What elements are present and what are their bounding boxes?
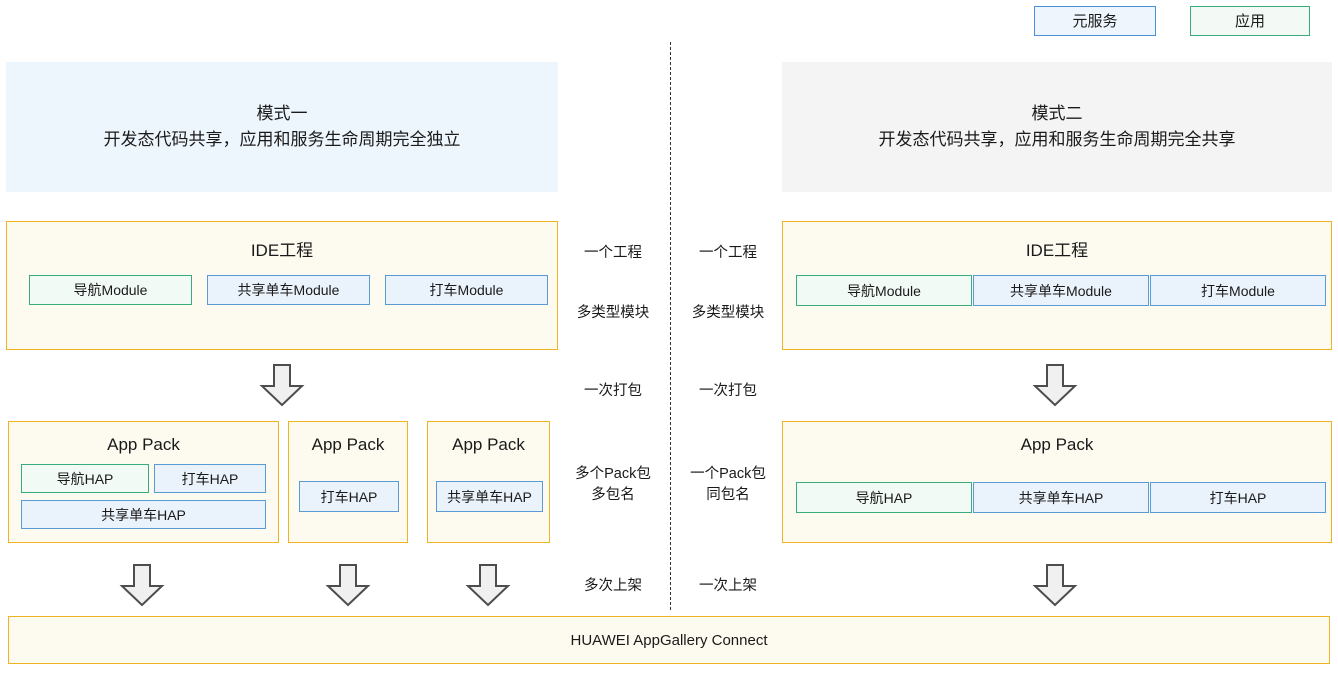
center-label-right-publish: 一次上架 bbox=[678, 576, 778, 597]
center-label-right-one-project: 一个工程 bbox=[678, 243, 778, 264]
app-pack-title: App Pack bbox=[783, 436, 1331, 453]
module-chip-label: 导航Module bbox=[847, 284, 921, 298]
hap-chip-taxi[interactable]: 打车HAP bbox=[1150, 482, 1326, 513]
arrow-down-icon bbox=[1032, 363, 1078, 407]
center-label-right-pack-count-line2: 同包名 bbox=[678, 485, 778, 506]
arrow-down-icon bbox=[119, 563, 165, 607]
mode1-app-pack-1: App Pack 导航HAP 打车HAP 共享单车HAP bbox=[8, 421, 279, 543]
hap-chip-navigation[interactable]: 导航HAP bbox=[796, 482, 972, 513]
app-pack-title: App Pack bbox=[289, 436, 407, 453]
hap-chip-label: 共享单车HAP bbox=[447, 490, 532, 504]
mode1-ide-project: IDE工程 导航Module 共享单车Module 打车Module bbox=[6, 221, 558, 350]
hap-chip-taxi[interactable]: 打车HAP bbox=[154, 464, 266, 493]
mode-divider bbox=[670, 42, 671, 610]
center-label-right-pack-count-line1: 一个Pack包 bbox=[678, 464, 778, 485]
mode1-app-pack-3: App Pack 共享单车HAP bbox=[427, 421, 550, 543]
module-chip-navigation[interactable]: 导航Module bbox=[796, 275, 972, 306]
center-label-left-one-build: 一次打包 bbox=[563, 381, 663, 402]
mode1-subtitle: 开发态代码共享，应用和服务生命周期完全独立 bbox=[104, 127, 461, 153]
center-label-left-publish: 多次上架 bbox=[563, 576, 663, 597]
arrow-down-icon bbox=[1032, 563, 1078, 607]
legend-app-box: 应用 bbox=[1190, 6, 1310, 36]
legend-app-label: 应用 bbox=[1235, 14, 1265, 29]
arrow-down-icon bbox=[325, 563, 371, 607]
hap-chip-label: 打车HAP bbox=[182, 472, 239, 486]
mode1-ide-project-title: IDE工程 bbox=[7, 242, 557, 259]
center-label-right-pack-count: 一个Pack包 同包名 bbox=[678, 464, 778, 506]
hap-chip-shared-bike[interactable]: 共享单车HAP bbox=[973, 482, 1149, 513]
center-label-left-pack-count: 多个Pack包 多包名 bbox=[563, 464, 663, 506]
module-chip-label: 共享单车Module bbox=[1010, 284, 1112, 298]
center-label-left-one-project: 一个工程 bbox=[563, 243, 663, 264]
app-pack-title: App Pack bbox=[428, 436, 549, 453]
mode2-ide-project: IDE工程 导航Module 共享单车Module 打车Module bbox=[782, 221, 1332, 350]
appgallery-connect-label: HUAWEI AppGallery Connect bbox=[570, 632, 767, 649]
module-chip-navigation[interactable]: 导航Module bbox=[29, 275, 192, 305]
module-chip-taxi[interactable]: 打车Module bbox=[385, 275, 548, 305]
mode2-ide-project-title: IDE工程 bbox=[783, 242, 1331, 259]
mode2-app-pack-1: App Pack 导航HAP 共享单车HAP 打车HAP bbox=[782, 421, 1332, 543]
mode2-title: 模式二 bbox=[1032, 101, 1083, 127]
module-chip-taxi[interactable]: 打车Module bbox=[1150, 275, 1326, 306]
hap-chip-shared-bike[interactable]: 共享单车HAP bbox=[21, 500, 266, 529]
hap-chip-shared-bike[interactable]: 共享单车HAP bbox=[436, 481, 543, 512]
module-chip-label: 共享单车Module bbox=[238, 283, 340, 297]
mode1-title: 模式一 bbox=[257, 101, 308, 127]
mode2-subtitle: 开发态代码共享，应用和服务生命周期完全共享 bbox=[879, 127, 1236, 153]
module-chip-shared-bike[interactable]: 共享单车Module bbox=[973, 275, 1149, 306]
hap-chip-label: 导航HAP bbox=[57, 472, 114, 486]
center-label-left-pack-count-line2: 多包名 bbox=[563, 485, 663, 506]
legend-service-label: 元服务 bbox=[1072, 14, 1117, 29]
module-chip-shared-bike[interactable]: 共享单车Module bbox=[207, 275, 370, 305]
hap-chip-label: 导航HAP bbox=[856, 491, 913, 505]
hap-chip-label: 共享单车HAP bbox=[101, 508, 186, 522]
arrow-down-icon bbox=[259, 363, 305, 407]
module-chip-label: 打车Module bbox=[1201, 284, 1275, 298]
hap-chip-label: 共享单车HAP bbox=[1019, 491, 1104, 505]
module-chip-label: 打车Module bbox=[430, 283, 504, 297]
app-pack-title: App Pack bbox=[9, 436, 278, 453]
legend-service-box: 元服务 bbox=[1034, 6, 1156, 36]
hap-chip-taxi[interactable]: 打车HAP bbox=[299, 481, 399, 512]
module-chip-label: 导航Module bbox=[74, 283, 148, 297]
hap-chip-label: 打车HAP bbox=[1210, 491, 1267, 505]
appgallery-connect-bar: HUAWEI AppGallery Connect bbox=[8, 616, 1330, 664]
mode1-header: 模式一 开发态代码共享，应用和服务生命周期完全独立 bbox=[6, 62, 558, 192]
hap-chip-navigation[interactable]: 导航HAP bbox=[21, 464, 149, 493]
arrow-down-icon bbox=[465, 563, 511, 607]
hap-chip-label: 打车HAP bbox=[321, 490, 378, 504]
center-label-left-multi-module: 多类型模块 bbox=[563, 303, 663, 324]
center-label-left-pack-count-line1: 多个Pack包 bbox=[563, 464, 663, 485]
center-label-right-multi-module: 多类型模块 bbox=[678, 303, 778, 324]
mode2-header: 模式二 开发态代码共享，应用和服务生命周期完全共享 bbox=[782, 62, 1332, 192]
center-label-right-one-build: 一次打包 bbox=[678, 381, 778, 402]
mode1-app-pack-2: App Pack 打车HAP bbox=[288, 421, 408, 543]
